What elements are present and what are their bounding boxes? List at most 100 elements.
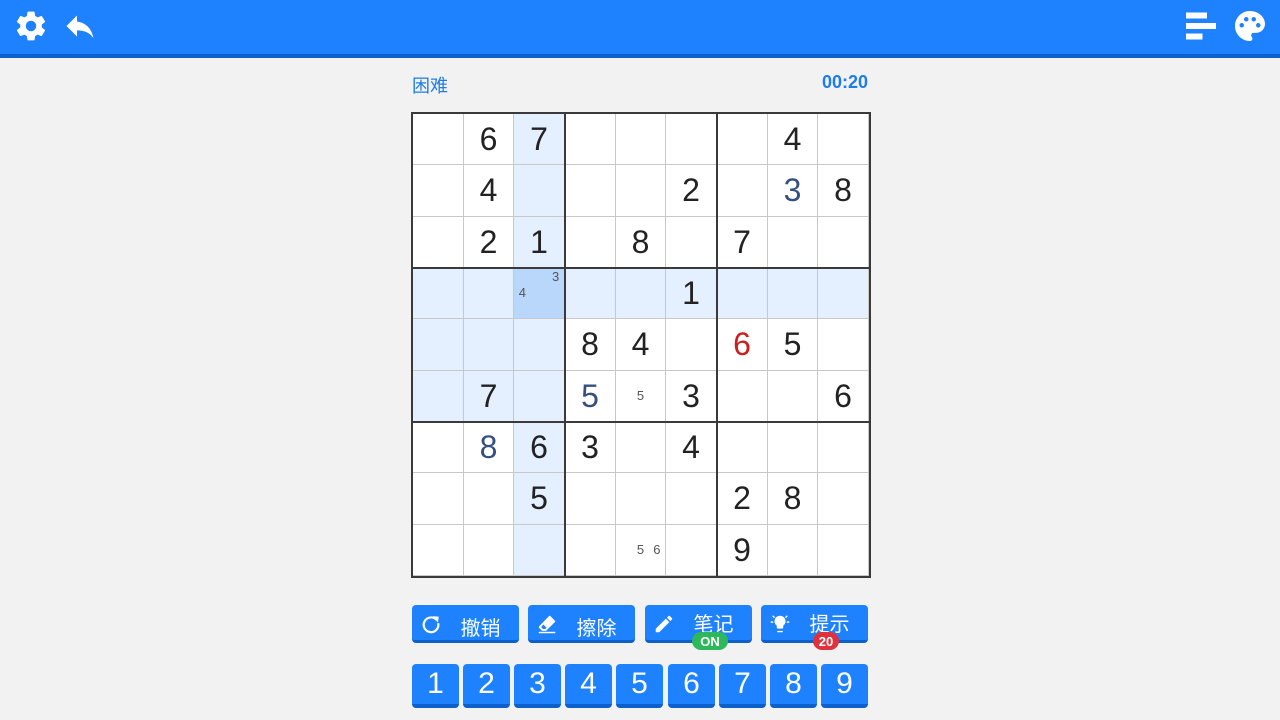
sudoku-cell[interactable]: 5	[768, 319, 818, 371]
sudoku-cell[interactable]	[717, 114, 768, 165]
sudoku-cell[interactable]	[818, 114, 869, 165]
sudoku-cell[interactable]: 7	[514, 114, 565, 165]
sudoku-cell[interactable]: 8	[565, 319, 616, 371]
sudoku-cell[interactable]	[514, 165, 565, 217]
sudoku-cell[interactable]: 3	[768, 165, 818, 217]
sudoku-cell[interactable]	[818, 319, 869, 371]
sudoku-cell[interactable]	[565, 114, 616, 165]
sudoku-cell[interactable]: 2	[666, 165, 717, 217]
sudoku-cell[interactable]	[666, 473, 717, 525]
sudoku-cell[interactable]	[666, 525, 717, 576]
sudoku-cell[interactable]	[818, 217, 869, 268]
sudoku-cell[interactable]	[717, 165, 768, 217]
sudoku-cell[interactable]: 34	[514, 268, 565, 319]
sudoku-cell[interactable]: 3	[565, 422, 616, 473]
sudoku-cell[interactable]: 3	[666, 371, 717, 422]
undo-arrow-icon[interactable]	[62, 8, 98, 44]
sudoku-cell[interactable]	[717, 371, 768, 422]
sudoku-cell[interactable]	[768, 525, 818, 576]
sudoku-cell[interactable]	[565, 217, 616, 268]
palette-icon[interactable]	[1232, 8, 1268, 44]
sudoku-cell[interactable]: 5	[616, 371, 666, 422]
sudoku-cell[interactable]: 5	[514, 473, 565, 525]
number-key-2[interactable]: 2	[463, 664, 510, 708]
number-key-4[interactable]: 4	[565, 664, 612, 708]
sudoku-cell[interactable]	[413, 114, 464, 165]
sudoku-cell[interactable]	[413, 165, 464, 217]
sudoku-cell[interactable]: 8	[464, 422, 514, 473]
cell-digit: 4	[479, 172, 498, 208]
sudoku-cell[interactable]: 9	[717, 525, 768, 576]
sudoku-cell[interactable]: 4	[464, 165, 514, 217]
sudoku-cell[interactable]	[818, 268, 869, 319]
sudoku-cell[interactable]: 6	[717, 319, 768, 371]
sudoku-cell[interactable]	[616, 473, 666, 525]
sudoku-cell[interactable]	[464, 473, 514, 525]
sudoku-cell[interactable]: 8	[768, 473, 818, 525]
sudoku-cell[interactable]	[666, 217, 717, 268]
sudoku-cell[interactable]	[413, 371, 464, 422]
sudoku-cell[interactable]	[413, 422, 464, 473]
erase-button[interactable]: 擦除	[528, 605, 635, 643]
undo-button[interactable]: 撤销	[412, 605, 519, 643]
sudoku-cell[interactable]: 56	[616, 525, 666, 576]
sudoku-cell[interactable]	[464, 268, 514, 319]
notes-button[interactable]: 笔记 ON	[645, 605, 752, 650]
sudoku-cell[interactable]	[413, 525, 464, 576]
sudoku-cell[interactable]: 4	[768, 114, 818, 165]
number-key-6[interactable]: 6	[668, 664, 715, 708]
number-key-7[interactable]: 7	[719, 664, 766, 708]
sudoku-cell[interactable]: 1	[514, 217, 565, 268]
sudoku-cell[interactable]	[818, 422, 869, 473]
sudoku-cell[interactable]	[616, 114, 666, 165]
sudoku-cell[interactable]	[768, 422, 818, 473]
sudoku-cell[interactable]: 4	[666, 422, 717, 473]
number-key-9[interactable]: 9	[821, 664, 868, 708]
sudoku-cell[interactable]: 6	[464, 114, 514, 165]
sudoku-cell[interactable]: 2	[464, 217, 514, 268]
sudoku-cell[interactable]	[768, 217, 818, 268]
sudoku-cell[interactable]	[666, 319, 717, 371]
sudoku-cell[interactable]	[565, 165, 616, 217]
sudoku-cell[interactable]	[616, 422, 666, 473]
number-key-1[interactable]: 1	[412, 664, 459, 708]
sudoku-cell[interactable]	[413, 268, 464, 319]
gear-icon[interactable]	[13, 8, 49, 44]
number-key-3[interactable]: 3	[514, 664, 561, 708]
sudoku-cell[interactable]	[616, 165, 666, 217]
bar-chart-icon[interactable]	[1183, 8, 1219, 44]
sudoku-cell[interactable]	[565, 525, 616, 576]
sudoku-cell[interactable]	[717, 422, 768, 473]
rotate-icon	[420, 613, 442, 635]
sudoku-cell[interactable]	[616, 268, 666, 319]
sudoku-cell[interactable]	[413, 319, 464, 371]
number-key-8[interactable]: 8	[770, 664, 817, 708]
sudoku-cell[interactable]	[413, 473, 464, 525]
sudoku-cell[interactable]	[565, 473, 616, 525]
sudoku-cell[interactable]: 6	[514, 422, 565, 473]
sudoku-cell[interactable]: 7	[717, 217, 768, 268]
sudoku-cell[interactable]: 8	[818, 165, 869, 217]
sudoku-cell[interactable]	[768, 371, 818, 422]
sudoku-cell[interactable]: 7	[464, 371, 514, 422]
sudoku-cell[interactable]	[666, 114, 717, 165]
number-key-5[interactable]: 5	[616, 664, 663, 708]
sudoku-cell[interactable]: 2	[717, 473, 768, 525]
sudoku-cell[interactable]	[565, 268, 616, 319]
sudoku-cell[interactable]	[514, 371, 565, 422]
sudoku-cell[interactable]: 6	[818, 371, 869, 422]
sudoku-cell[interactable]: 4	[616, 319, 666, 371]
sudoku-cell[interactable]: 8	[616, 217, 666, 268]
sudoku-cell[interactable]: 5	[565, 371, 616, 422]
sudoku-cell[interactable]	[717, 268, 768, 319]
sudoku-cell[interactable]	[514, 319, 565, 371]
sudoku-cell[interactable]	[818, 473, 869, 525]
sudoku-cell[interactable]: 1	[666, 268, 717, 319]
sudoku-cell[interactable]	[413, 217, 464, 268]
sudoku-cell[interactable]	[514, 525, 565, 576]
sudoku-cell[interactable]	[768, 268, 818, 319]
sudoku-cell[interactable]	[464, 319, 514, 371]
sudoku-cell[interactable]	[818, 525, 869, 576]
sudoku-cell[interactable]	[464, 525, 514, 576]
hint-button[interactable]: 提示 20	[761, 605, 868, 650]
